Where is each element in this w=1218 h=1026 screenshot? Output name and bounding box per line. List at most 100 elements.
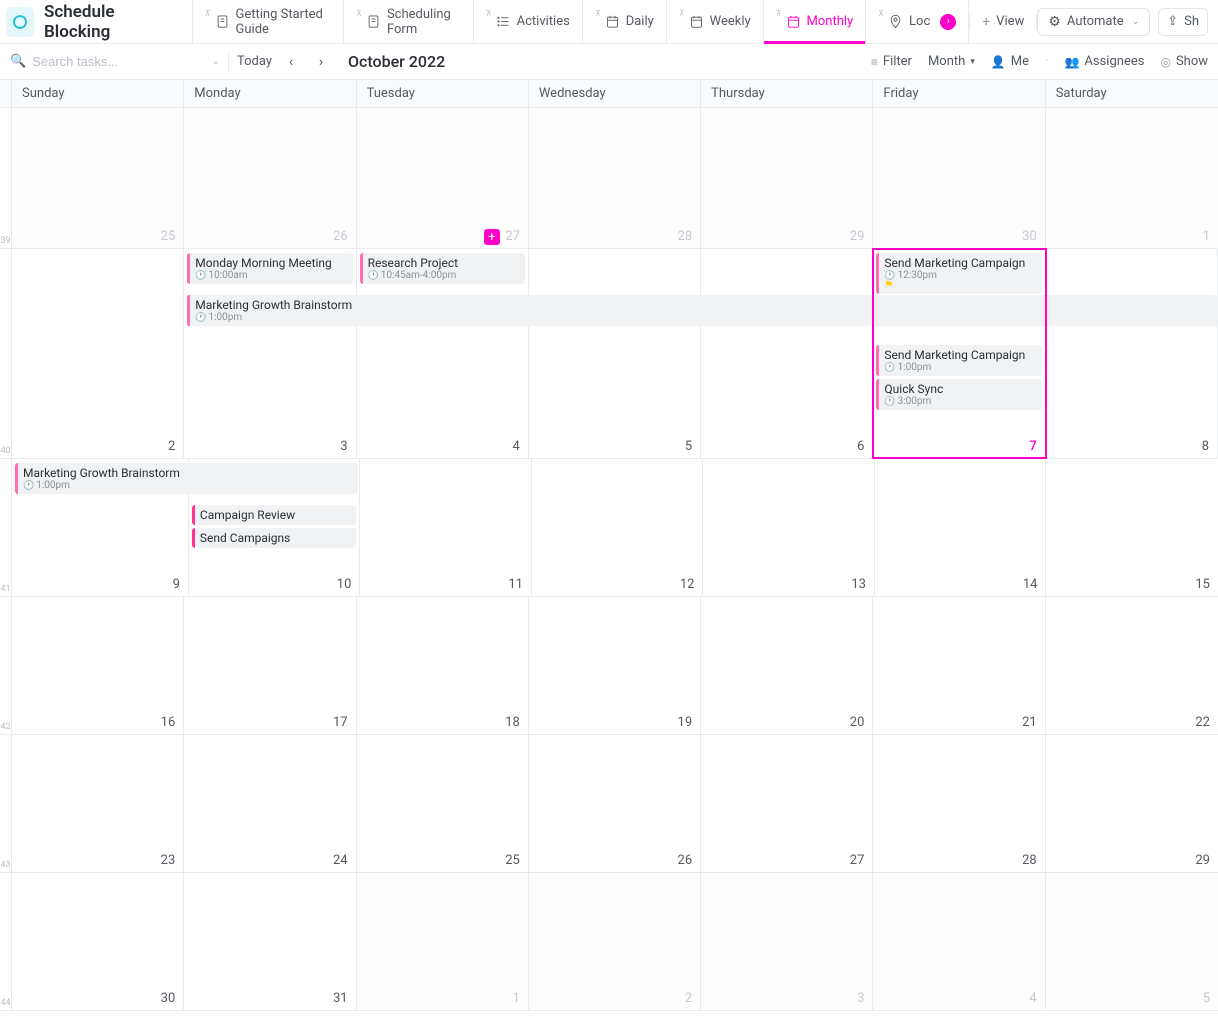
calendar-day[interactable]: 1: [357, 873, 529, 1010]
calendar-event[interactable]: Send Marketing Campaign🕐12:30pm⚑: [876, 253, 1041, 294]
day-number: 19: [678, 715, 693, 730]
share-button[interactable]: ⇪ Sh: [1158, 8, 1208, 36]
tab-getting-started-guide[interactable]: ⊼Getting Started Guide: [192, 0, 343, 43]
add-view-button[interactable]: + View: [969, 14, 1037, 30]
calendar-day[interactable]: 26: [184, 108, 356, 248]
week-number: 42: [0, 597, 12, 734]
calendar-day[interactable]: 24: [184, 735, 356, 872]
calendar-day[interactable]: 22: [1046, 597, 1218, 734]
calendar-event[interactable]: Research Project🕐10:45am-4:00pm: [360, 253, 525, 284]
add-event-button[interactable]: +: [484, 229, 500, 245]
day-events: [703, 459, 874, 463]
today-button[interactable]: Today: [237, 54, 272, 69]
calendar-day[interactable]: 21: [873, 597, 1045, 734]
calendar-day[interactable]: 12: [532, 459, 704, 596]
calendar-day[interactable]: +27: [357, 108, 529, 248]
calendar-event[interactable]: Send Campaigns: [192, 528, 357, 548]
calendar-day[interactable]: 23: [12, 735, 184, 872]
calendar-day[interactable]: Send Marketing Campaign🕐12:30pm⚑ Send Mar…: [873, 249, 1045, 458]
calendar-day[interactable]: Research Project🕐10:45am-4:00pm 4: [357, 249, 529, 458]
calendar-week: 402Monday Morning Meeting🕐10:00am3Resear…: [0, 249, 1218, 459]
day-number: 17: [333, 715, 348, 730]
calendar-day[interactable]: 4: [873, 873, 1045, 1010]
flag-icon: ⚑: [884, 281, 1036, 291]
day-events: [184, 735, 355, 739]
automate-button[interactable]: ⚙ Automate ⌄: [1037, 8, 1150, 36]
day-events: Marketing Growth Brainstorm🕐1:00pm: [12, 459, 188, 494]
tab-loc[interactable]: ⊼Loc›: [865, 0, 969, 43]
day-events: [1046, 873, 1218, 877]
calendar-day[interactable]: 3: [701, 873, 873, 1010]
brand-logo: [6, 7, 34, 37]
view-tabs: ⊼Getting Started Guide⊼Scheduling Form⊼A…: [192, 0, 970, 43]
pin-icon: [888, 14, 903, 29]
search-input[interactable]: [32, 54, 182, 69]
calendar-day[interactable]: 31: [184, 873, 356, 1010]
plus-icon: +: [982, 14, 990, 30]
calendar-day[interactable]: 15: [1046, 459, 1218, 596]
prev-month-button[interactable]: ‹: [280, 51, 302, 73]
scroll-right-badge[interactable]: ›: [940, 14, 956, 30]
calendar-day[interactable]: 11: [360, 459, 532, 596]
day-events: [701, 735, 872, 739]
chevron-down-icon[interactable]: ⌄: [212, 56, 220, 67]
day-number: 4: [513, 439, 520, 454]
calendar-day[interactable]: 8: [1046, 249, 1218, 458]
calendar-day[interactable]: 28: [873, 735, 1045, 872]
calendar-day[interactable]: Monday Morning Meeting🕐10:00am3: [184, 249, 356, 458]
calendar-event[interactable]: Monday Morning Meeting🕐10:00am: [187, 253, 352, 284]
day-number: 8: [1202, 439, 1209, 454]
calendar-day[interactable]: 18: [357, 597, 529, 734]
calendar-event[interactable]: Quick Sync🕐3:00pm: [876, 379, 1041, 410]
calendar-day[interactable]: 28: [529, 108, 701, 248]
calendar-day[interactable]: 5: [529, 249, 701, 458]
day-number: 23: [161, 853, 176, 868]
calendar-day[interactable]: 19: [529, 597, 701, 734]
calendar-day[interactable]: 20: [701, 597, 873, 734]
calendar-day[interactable]: 16: [12, 597, 184, 734]
tab-daily[interactable]: ⊼Daily: [582, 0, 666, 43]
next-month-button[interactable]: ›: [310, 51, 332, 73]
calendar-day[interactable]: 13: [703, 459, 875, 596]
calendar-day[interactable]: 6: [701, 249, 873, 458]
day-events: [12, 873, 183, 877]
calendar-day[interactable]: 25: [357, 735, 529, 872]
calendar-day[interactable]: 27: [701, 735, 873, 872]
day-number: 29: [850, 229, 865, 244]
period-select[interactable]: Month ▾: [928, 54, 975, 69]
tab-scheduling-form[interactable]: ⊼Scheduling Form: [343, 0, 473, 43]
tab-activities[interactable]: ⊼Activities: [473, 0, 582, 43]
calendar-day[interactable]: 26: [529, 735, 701, 872]
calendar-day[interactable]: 29: [1046, 735, 1218, 872]
gutter: [0, 80, 12, 107]
calendar-day[interactable]: 29: [701, 108, 873, 248]
show-button[interactable]: ◎ Show: [1160, 54, 1208, 69]
calendar-day[interactable]: 2: [529, 873, 701, 1010]
tab-weekly[interactable]: ⊼Weekly: [666, 0, 763, 43]
day-events: [875, 459, 1046, 463]
dow-friday: Friday: [873, 80, 1045, 107]
calendar-day[interactable]: 14: [875, 459, 1047, 596]
week-number: 40: [0, 249, 12, 458]
day-events: [1046, 597, 1218, 601]
calendar-event-span[interactable]: Marketing Growth Brainstorm🕐1:00pm: [187, 295, 1218, 326]
clock-icon: 🕐: [195, 271, 206, 281]
calendar-event[interactable]: Marketing Growth Brainstorm🕐1:00pm: [15, 463, 358, 494]
day-number: 10: [337, 577, 352, 592]
calendar-day[interactable]: 5: [1046, 873, 1218, 1010]
calendar-event[interactable]: Campaign Review: [192, 505, 357, 525]
calendar-day[interactable]: 30: [873, 108, 1045, 248]
calendar-day[interactable]: 1: [1046, 108, 1218, 248]
day-events: [701, 873, 872, 877]
assignees-button[interactable]: 👥 Assignees: [1064, 54, 1144, 69]
calendar-event[interactable]: Send Marketing Campaign🕐1:00pm: [876, 345, 1041, 376]
calendar-day[interactable]: 25: [12, 108, 184, 248]
me-button[interactable]: 👤 Me: [991, 54, 1029, 69]
event-time: 🕐1:00pm: [884, 362, 1036, 373]
tab-monthly[interactable]: ⊼Monthly: [763, 0, 866, 43]
filter-button[interactable]: ≡ Filter: [871, 54, 912, 69]
calendar-day[interactable]: 2: [12, 249, 184, 458]
calendar-day[interactable]: Marketing Growth Brainstorm🕐1:00pm9: [12, 459, 189, 596]
calendar-day[interactable]: 30: [12, 873, 184, 1010]
calendar-day[interactable]: 17: [184, 597, 356, 734]
